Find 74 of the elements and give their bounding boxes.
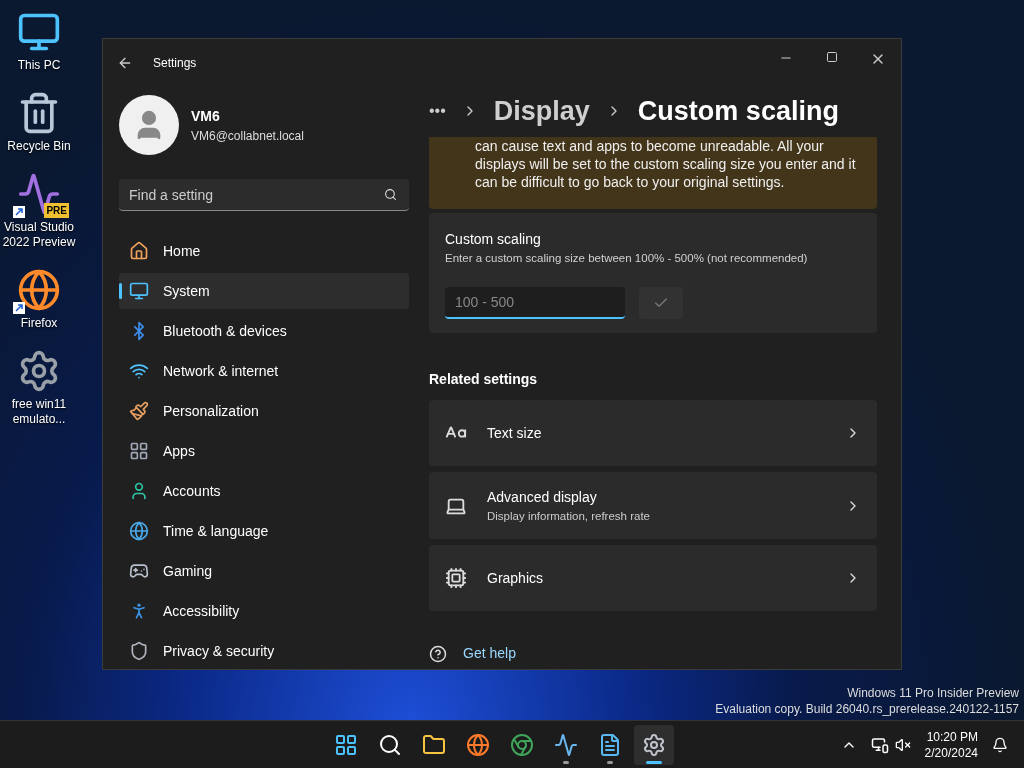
desktop-icon[interactable]: Firefox [0, 268, 78, 331]
selection-indicator [119, 283, 122, 299]
apps-icon [129, 441, 149, 461]
nav-item[interactable]: Bluetooth & devices [119, 313, 409, 349]
home-icon [129, 241, 149, 261]
settings-link-row[interactable]: Graphics [429, 545, 877, 612]
gaming-icon [129, 561, 149, 581]
breadcrumb-overflow[interactable]: ••• [429, 99, 446, 123]
breadcrumb-link[interactable]: Display [493, 90, 590, 132]
desktop-icon[interactable]: PRE Visual Studio 2022 Preview [0, 172, 78, 250]
settings-link-row[interactable]: Text size [429, 400, 877, 467]
system-icon [129, 281, 149, 301]
shortcut-arrow-icon [13, 302, 25, 314]
page-title: Custom scaling [637, 94, 839, 128]
preview-badge: PRE [44, 203, 69, 218]
nav-item[interactable]: Home [119, 233, 409, 269]
accounts-icon [129, 481, 149, 501]
os-edition-text: Windows 11 Pro Insider Preview [847, 685, 1019, 701]
volume-muted-icon[interactable] [894, 736, 911, 753]
brush-icon [129, 401, 149, 421]
row-subtitle: Display information, refresh rate [487, 508, 650, 524]
os-build-text: Evaluation copy. Build 26040.rs_prerelease.240122-1157 [715, 701, 1019, 717]
help-icon [429, 644, 447, 663]
running-indicator [563, 760, 570, 764]
desktop-icon[interactable]: This PC [0, 10, 78, 73]
search-field[interactable]: Find a setting [119, 179, 409, 211]
scaling-input-field[interactable]: 100 - 500 [445, 287, 625, 320]
chrome-icon [510, 732, 535, 757]
search-icon[interactable] [384, 188, 397, 201]
nav-item[interactable]: Personalization [119, 393, 409, 429]
setting-title: Custom scaling [445, 230, 542, 249]
taskbar-button[interactable] [634, 724, 675, 765]
section-heading: Related settings [429, 370, 539, 390]
notification-bell-icon[interactable] [992, 736, 1008, 753]
start-icon [334, 732, 359, 757]
desktop-icon[interactable]: Recycle Bin [0, 91, 78, 154]
shortcut-arrow-icon [13, 206, 25, 218]
desktop-icon-label[interactable]: free win11 emulato... [0, 397, 78, 427]
nav-item[interactable]: Apps [119, 433, 409, 469]
nav-item[interactable]: Accessibility [119, 593, 409, 629]
profile-email: VM6@collabnet.local [191, 127, 304, 145]
row-title: Advanced display [487, 487, 598, 507]
setting-description: Enter a custom scaling size between 100% - 500% (not recommended) [445, 251, 809, 266]
network-icon[interactable] [870, 735, 889, 754]
privacy-icon [129, 641, 149, 661]
settings-link-row[interactable]: Advanced display Display information, refresh rate [429, 472, 877, 540]
running-indicator [607, 760, 614, 764]
nav-item[interactable]: Network & internet [119, 353, 409, 389]
back-icon[interactable] [117, 55, 133, 71]
clock-date[interactable]: 2/20/2024 [924, 744, 978, 761]
get-help-link[interactable]: Get help [463, 643, 516, 665]
nav-item[interactable]: System [119, 273, 409, 309]
explorer-icon [422, 732, 447, 757]
nav-item[interactable]: Time & language [119, 513, 409, 549]
desktop-icon[interactable]: free win11 emulato... [0, 349, 78, 427]
profile-name: VM6 [191, 106, 221, 126]
settings-icon [642, 732, 667, 757]
row-title: Text size [487, 423, 542, 443]
window-title: Settings [153, 55, 197, 72]
nav-item[interactable]: Privacy & security [119, 633, 409, 669]
nav-item[interactable]: Gaming [119, 553, 409, 589]
clock-time[interactable]: 10:20 PM [926, 728, 978, 745]
network-icon [129, 361, 149, 381]
desktop-icon-label[interactable]: This PC [17, 58, 61, 73]
desktop-icon-label[interactable]: Visual Studio 2022 Preview [0, 220, 78, 250]
running-indicator [646, 760, 663, 764]
desktop-icon-label[interactable]: Firefox [20, 316, 58, 331]
graphics-icon [445, 567, 467, 590]
search-icon [378, 732, 403, 757]
desktop-icon-label[interactable]: Recycle Bin [7, 139, 71, 154]
desktop-app-icon[interactable] [17, 268, 61, 312]
row-title: Graphics [487, 568, 544, 588]
nav-item[interactable]: Accounts [119, 473, 409, 509]
warning-text: can cause text and apps to become unreadable. All your displays will be set to the custom scaling size you enter and it can be difficult to go back to your original settings. [475, 137, 857, 191]
